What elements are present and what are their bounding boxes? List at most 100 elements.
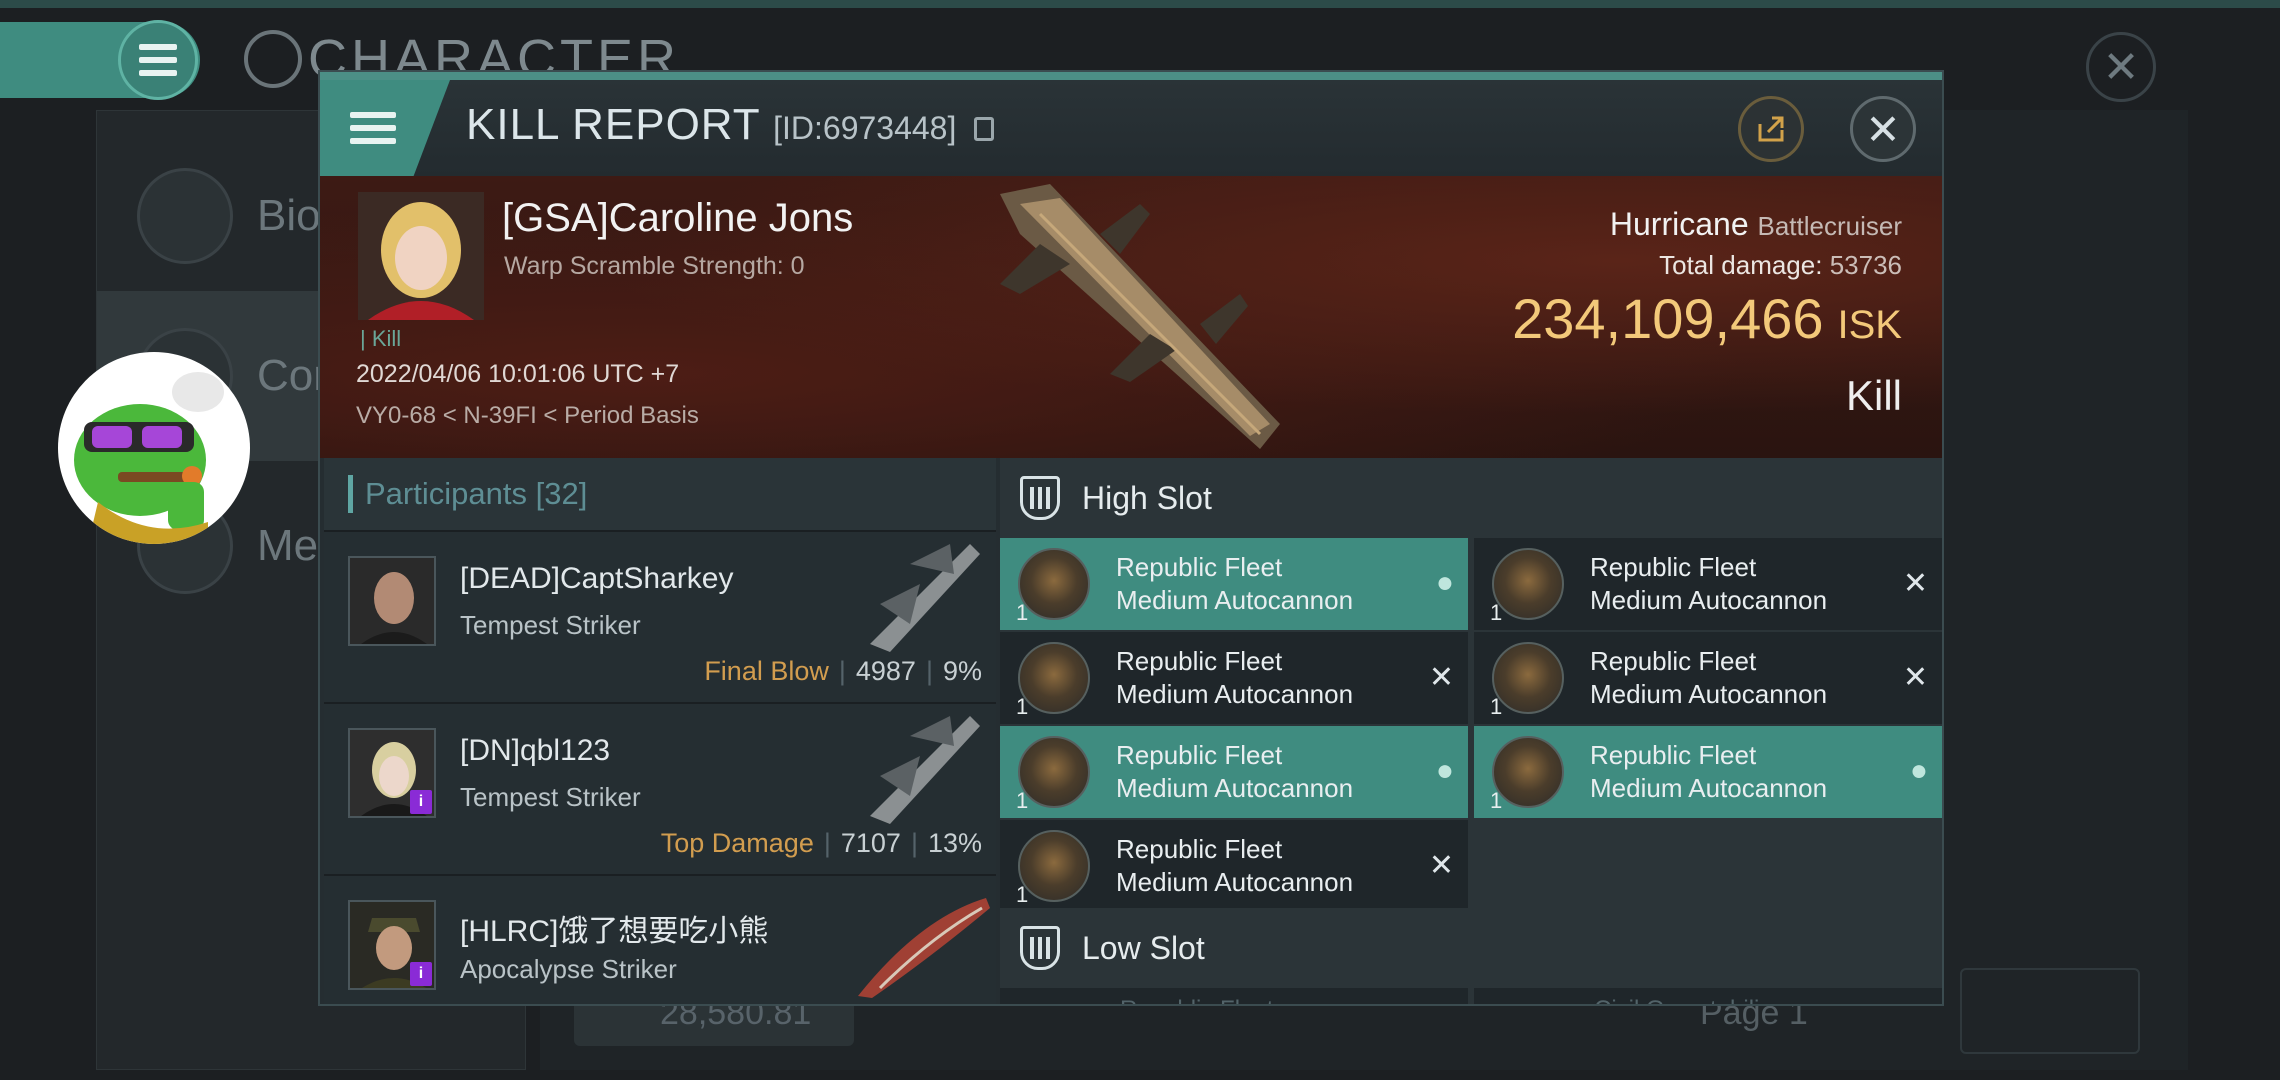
- participant-ship: Apocalypse Striker: [460, 954, 677, 984]
- participant-damage: 4987: [855, 656, 916, 686]
- low-slot-module[interactable]: Civil Gyrostabilizer: [1474, 988, 1942, 1004]
- kill-result: Kill: [1845, 372, 1902, 419]
- low-slot-label: Low Slot: [1082, 929, 1205, 966]
- victim-portrait[interactable]: [358, 192, 484, 320]
- stat-separator: |: [925, 656, 933, 686]
- participant-portrait[interactable]: i: [348, 728, 436, 818]
- victim-tag: | Kill: [360, 326, 402, 351]
- close-icon: ✕: [1865, 105, 1901, 153]
- participants-panel: Participants [32] [DEAD]CaptSharkey Temp…: [324, 458, 996, 1004]
- participant-name: [DN]qbl123: [460, 734, 611, 767]
- participant-row[interactable]: [DEAD]CaptSharkey Tempest Striker Final …: [324, 530, 996, 702]
- destroyed-icon: ✕: [1428, 849, 1454, 882]
- module-quantity: 1: [1016, 600, 1029, 625]
- apocalypse-ship-icon: [858, 898, 990, 998]
- role-badge-icon: i: [410, 962, 432, 986]
- module-quantity: 1: [1016, 694, 1029, 719]
- stat-separator: |: [823, 828, 831, 858]
- high-slot-header: High Slot: [1000, 458, 1942, 538]
- module-name-line1: Republic Fleet: [1116, 834, 1283, 864]
- fitting-panel: High Slot 1 Republic Fleet Medium Autocann…: [1000, 458, 1942, 1004]
- participant-ship: Tempest Striker: [460, 782, 641, 812]
- share-button[interactable]: [1738, 96, 1804, 162]
- high-slot-module[interactable]: 1 Republic Fleet Medium Autocannon ●: [1000, 726, 1468, 818]
- character-icon: [244, 30, 302, 88]
- autocannon-icon: 1: [1016, 830, 1090, 907]
- low-slot-module[interactable]: Republic Fleet: [1000, 988, 1468, 1004]
- module-name-line2: Medium Autocannon: [1116, 679, 1354, 709]
- floating-avatar[interactable]: [58, 352, 250, 544]
- participant-row[interactable]: i [HLRC]饿了想要吃小熊 Apocalypse Striker: [324, 874, 996, 1004]
- high-slot-module[interactable]: 1 Republic Fleet Medium Autocannon ✕: [1000, 820, 1468, 912]
- destroyed-icon: ✕: [1428, 661, 1454, 694]
- participant-stats: Top Damage | 7107 | 13%: [661, 828, 982, 859]
- stat-separator: |: [838, 656, 846, 686]
- module-name: Republic Fleet Medium Autocannon: [1116, 739, 1416, 805]
- victim-name: [GSA]Caroline Jons: [502, 196, 854, 240]
- high-slot-module[interactable]: 1 Republic Fleet Medium Autocannon ✕: [1000, 632, 1468, 724]
- role-badge-icon: i: [410, 790, 432, 814]
- dropped-icon: ●: [1435, 754, 1454, 787]
- dialog-title-text: KILL REPORT: [466, 100, 760, 149]
- total-damage-label: Total damage:: [1659, 250, 1823, 280]
- dialog-header: KILL REPORT [ID:6973448] ✕: [320, 80, 1942, 176]
- module-quantity: 1: [1016, 882, 1029, 907]
- participant-portrait[interactable]: i: [348, 900, 436, 990]
- victim-warp-scramble: Warp Scramble Strength: 0: [504, 252, 805, 280]
- filter-button[interactable]: [1960, 968, 2140, 1054]
- dropped-icon: ●: [1909, 754, 1928, 787]
- module-name-line1: Republic Fleet: [1116, 552, 1283, 582]
- module-name-line2: Medium Autocannon: [1590, 679, 1828, 709]
- menu-icon: [139, 44, 177, 76]
- module-name-line2: Medium Autocannon: [1590, 773, 1828, 803]
- high-slot-module[interactable]: 1 Republic Fleet Medium Autocannon ✕: [1474, 632, 1942, 724]
- high-slot-module[interactable]: 1 Republic Fleet Medium Autocannon ✕: [1474, 538, 1942, 630]
- ship-class: Battlecruiser: [1757, 211, 1903, 241]
- participants-label: Participants: [365, 476, 527, 511]
- isk-amount: 234,109,466: [1512, 287, 1824, 350]
- participant-portrait[interactable]: [348, 556, 436, 646]
- participant-row[interactable]: i [DN]qbl123 Tempest Striker Top Damage |…: [324, 702, 996, 874]
- high-slot-module[interactable]: 1 Republic Fleet Medium Autocannon ●: [1474, 726, 1942, 818]
- module-quantity: 1: [1490, 600, 1503, 625]
- high-slot-module[interactable]: 1 Republic Fleet Medium Autocannon ●: [1000, 538, 1468, 630]
- autocannon-icon: 1: [1490, 736, 1564, 813]
- module-name: Republic Fleet Medium Autocannon: [1116, 645, 1416, 711]
- module-quantity: 1: [1490, 694, 1503, 719]
- dropped-icon: ●: [1435, 566, 1454, 599]
- menu-icon: [350, 112, 396, 144]
- close-icon: ✕: [2102, 42, 2140, 92]
- module-name: Republic Fleet Medium Autocannon: [1116, 833, 1416, 899]
- module-name-line2: Medium Autocannon: [1116, 867, 1354, 897]
- copy-icon[interactable]: [973, 117, 994, 141]
- high-slot-label: High Slot: [1082, 479, 1212, 516]
- module-name-line1: Republic Fleet: [1590, 646, 1757, 676]
- participant-percent: 13%: [927, 828, 982, 858]
- low-slot-icon: [1020, 926, 1060, 970]
- bg-sidebar-label: Bio: [257, 191, 321, 240]
- header-accent-bar: [348, 475, 353, 513]
- bio-icon: [137, 168, 233, 264]
- portrait-image: [350, 558, 434, 644]
- module-name-line1: Republic Fleet: [1590, 552, 1757, 582]
- kill-report-dialog: KILL REPORT [ID:6973448] ✕ [GSA]Caroline…: [318, 70, 1944, 1006]
- bg-menu-button[interactable]: [118, 20, 198, 100]
- participant-name: [DEAD]CaptSharkey: [460, 562, 734, 595]
- module-quantity: 1: [1016, 788, 1029, 813]
- isk-unit: ISK: [1837, 303, 1902, 347]
- tempest-ship-icon: [870, 716, 980, 824]
- hurricane-ship-icon: [1000, 184, 1280, 449]
- participant-role: Final Blow: [704, 656, 829, 686]
- high-slot-icon: [1020, 476, 1060, 520]
- participant-name: [HLRC]饿了想要吃小熊: [460, 915, 769, 948]
- destroyed-icon: ✕: [1902, 661, 1928, 694]
- participant-damage: 7107: [840, 828, 901, 858]
- module-name-line2: Medium Autocannon: [1116, 585, 1354, 615]
- dialog-title: KILL REPORT [ID:6973448]: [466, 100, 994, 150]
- autocannon-icon: 1: [1490, 548, 1564, 625]
- close-button[interactable]: ✕: [1850, 96, 1916, 162]
- portrait-image: [358, 192, 484, 320]
- module-quantity: 1: [1490, 788, 1503, 813]
- dialog-menu-button[interactable]: [320, 80, 450, 176]
- bg-close-button[interactable]: ✕: [2086, 32, 2156, 102]
